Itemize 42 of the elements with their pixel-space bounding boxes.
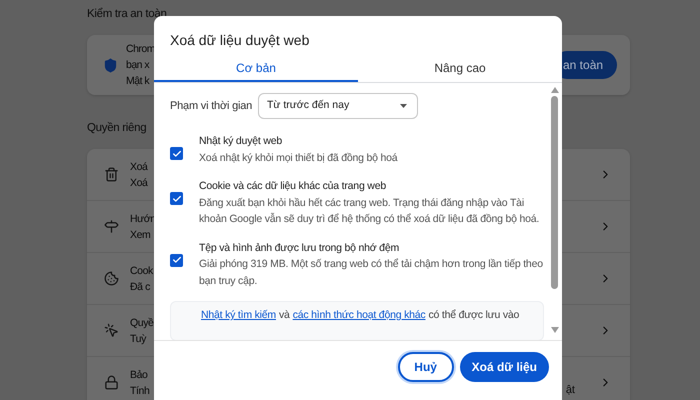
lock-icon: [104, 375, 119, 390]
option-title: Cookie và các dữ liệu khác của trang web: [199, 179, 387, 194]
checkbox[interactable]: [170, 254, 183, 266]
signpost-icon: [104, 219, 119, 234]
scroll-down-icon[interactable]: [550, 327, 558, 333]
link[interactable]: Nhật ký tìm kiếm: [201, 308, 276, 340]
cancel-button[interactable]: Huỷ: [398, 352, 454, 382]
row-title: Cook: [130, 264, 153, 278]
clear-data-button[interactable]: Xoá dữ liệu: [460, 352, 549, 382]
row-title: Bảo: [130, 368, 148, 382]
shield-icon: [103, 58, 118, 72]
card-text: bạn x: [126, 58, 150, 73]
dialog-title: Xoá dữ liệu duyệt web: [169, 31, 310, 50]
option-description: Đăng xuất bạn khỏi hầu hết các trang web. Trạng thái đăng nhập vào Tài khoản Google vẫn sẽ duy trì để hệ thống có thể xoá dữ liệu đã đồng bộ hoá.: [199, 196, 540, 227]
row-subtitle: Tính: [130, 384, 150, 398]
checkbox[interactable]: [170, 147, 183, 160]
card-text: Mật k: [126, 74, 150, 89]
row-subtitle: Xem: [130, 228, 152, 242]
option-description: Giải phóng 319 MB. Một số trang web có thể tải chậm hơn trong lần tiếp theo bạn truy cập.: [199, 257, 544, 288]
checkbox[interactable]: [170, 192, 183, 205]
scrollbar-thumb[interactable]: [551, 96, 558, 289]
row-subtitle: ật: [566, 383, 575, 398]
cursor-icon: [104, 323, 119, 338]
scroll-up-icon[interactable]: [550, 87, 558, 93]
link[interactable]: các hình thức hoạt động khác: [292, 308, 426, 340]
row-subtitle: Đã c: [130, 280, 151, 294]
note-text: có thể được lưu vào: [428, 308, 520, 323]
row-title: Xoá: [130, 160, 148, 174]
option-description: Xoá nhật ký khỏi mọi thiết bị đã đồng bộ hoá: [199, 150, 399, 166]
time-range-dropdown[interactable]: Từ trước đến nay: [258, 93, 418, 119]
tab[interactable]: Cơ bản: [154, 56, 358, 82]
note-text: và: [278, 308, 290, 323]
row-subtitle: Xoá: [130, 176, 148, 190]
option-title: Tệp và hình ảnh được lưu trong bộ nhớ đệm: [199, 240, 400, 256]
row-title: Quyề: [130, 316, 154, 330]
time-range-label: Phạm vi thời gian: [170, 98, 254, 114]
option-title: Nhật ký duyệt web: [199, 134, 283, 149]
dropdown-arrow-icon: [400, 104, 407, 108]
row-subtitle: Tuỳ: [130, 332, 148, 346]
cookie-icon: [104, 271, 119, 286]
section-title: Quyền riêng: [87, 121, 146, 136]
trash-icon: [104, 167, 119, 182]
